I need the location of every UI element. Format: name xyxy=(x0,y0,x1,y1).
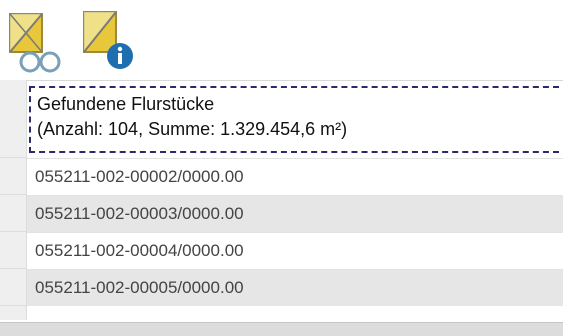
gutter-cell xyxy=(0,232,26,269)
parcel-info-icon[interactable] xyxy=(82,8,140,74)
results-summary: (Anzahl: 104, Summe: 1.329.454,6 m²) xyxy=(37,119,348,139)
parcel-id: 055211-002-00005/0000.00 xyxy=(35,278,244,297)
list-item[interactable]: 055211-002-00004/0000.00 xyxy=(27,232,563,269)
parcel-id: 055211-002-00003/0000.00 xyxy=(35,204,244,223)
gutter-cell xyxy=(0,269,26,306)
parcel-results-panel: Gefundene Flurstücke (Anzahl: 104, Summe… xyxy=(0,0,563,336)
parcel-id: 055211-002-00004/0000.00 xyxy=(35,241,244,260)
results-title: Gefundene Flurstücke xyxy=(37,94,215,114)
list-item[interactable]: 055211-002-00005/0000.00 xyxy=(27,269,563,306)
gutter-header-cell xyxy=(0,80,26,158)
list-item[interactable]: 055211-002-00003/0000.00 xyxy=(27,195,563,232)
row-gutter xyxy=(0,80,27,320)
gutter-cell xyxy=(0,158,26,195)
horizontal-scrollbar[interactable] xyxy=(0,322,563,336)
results-header[interactable]: Gefundene Flurstücke (Anzahl: 104, Summe… xyxy=(27,82,563,157)
gutter-cell xyxy=(0,195,26,232)
parcel-select-glasses-icon[interactable] xyxy=(8,8,66,74)
list-item[interactable]: 055211-002-00002/0000.00 xyxy=(27,158,563,195)
toolbar xyxy=(0,0,563,81)
parcel-id: 055211-002-00002/0000.00 xyxy=(35,167,244,186)
results-grid: Gefundene Flurstücke (Anzahl: 104, Summe… xyxy=(0,80,563,320)
